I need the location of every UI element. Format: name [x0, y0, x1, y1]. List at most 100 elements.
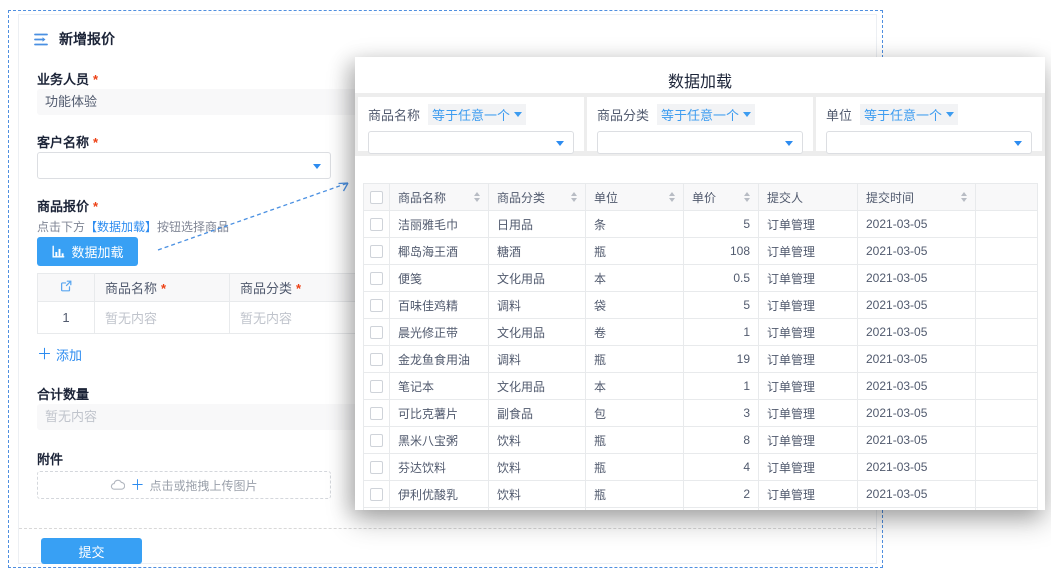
table-cell: 2021-03-05 — [858, 400, 976, 427]
table-cell: 卷 — [586, 319, 684, 346]
column-header[interactable]: 商品名称 — [390, 184, 489, 211]
table-cell: 2021-03-05 — [858, 319, 976, 346]
table-cell: 笔记本 — [390, 373, 489, 400]
sort-icon[interactable] — [961, 192, 967, 202]
table-row[interactable]: 可比克薯片副食品包3订单管理2021-03-05 — [364, 400, 1038, 427]
required-mark: * — [161, 281, 166, 296]
filter-card: 商品分类 等于任意一个 — [587, 97, 813, 151]
sort-icon[interactable] — [669, 192, 675, 202]
filter-label: 商品分类 — [597, 105, 649, 124]
row-checkbox[interactable] — [370, 488, 383, 501]
row-checkbox[interactable] — [370, 353, 383, 366]
table-row[interactable]: 晨光修正带文化用品卷1订单管理2021-03-05 — [364, 319, 1038, 346]
table-cell-empty — [976, 481, 1038, 508]
sort-icon[interactable] — [744, 192, 750, 202]
table-cell: 2021-03-05 — [858, 292, 976, 319]
table-row[interactable]: 笔记本文化用品本1订单管理2021-03-05 — [364, 373, 1038, 400]
table-cell: 2021-03-05 — [858, 211, 976, 238]
sort-icon[interactable] — [571, 192, 577, 202]
upload-dropzone[interactable]: ＋ 点击或拖拽上传图片 — [37, 471, 331, 499]
table-row[interactable]: 便笺文化用品本0.5订单管理2021-03-05 — [364, 265, 1038, 292]
cloud-upload-icon — [110, 479, 125, 491]
row-checkbox[interactable] — [370, 407, 383, 420]
table-cell-empty — [976, 211, 1038, 238]
filter-operator-dropdown[interactable]: 等于任意一个 — [657, 104, 755, 125]
table-cell: 订单管理 — [759, 400, 858, 427]
quote-name-cell: 暂无内容 — [95, 302, 230, 334]
table-cell-empty — [976, 373, 1038, 400]
table-cell: 饮料 — [489, 481, 586, 508]
row-checkbox[interactable] — [370, 326, 383, 339]
table-cell: 8 — [684, 427, 759, 454]
table-cell: 瓶 — [586, 346, 684, 373]
row-checkbox[interactable] — [370, 245, 383, 258]
filter-value-select[interactable] — [826, 131, 1032, 154]
modal-table: 商品名称商品分类单位单价提交人提交时间 洁丽雅毛巾日用品条5订单管理2021-0… — [363, 183, 1038, 510]
add-row-button[interactable]: ＋ 添加 — [37, 345, 82, 364]
table-row[interactable]: 芬达饮料饮料瓶4订单管理2021-03-05 — [364, 454, 1038, 481]
column-header — [976, 184, 1038, 211]
chevron-down-icon — [785, 141, 793, 146]
table-cell: 洁丽雅毛巾 — [390, 211, 489, 238]
table-cell: 文化用品 — [489, 373, 586, 400]
filter-value-select[interactable] — [597, 131, 803, 154]
filter-label: 商品名称 — [368, 105, 420, 124]
table-cell: 3 — [684, 400, 759, 427]
row-checkbox[interactable] — [370, 461, 383, 474]
pointer-arrow — [150, 172, 362, 260]
column-header[interactable]: 单位 — [586, 184, 684, 211]
table-cell: 108 — [684, 238, 759, 265]
table-cell: 2021-03-05 — [858, 427, 976, 454]
bar-chart-icon — [51, 245, 65, 259]
filter-card: 单位 等于任意一个 — [816, 97, 1042, 151]
modal-table-head-row: 商品名称商品分类单位单价提交人提交时间 — [364, 184, 1038, 211]
chevron-down-icon — [313, 164, 321, 169]
table-cell: 百味佳鸡精 — [390, 292, 489, 319]
row-checkbox[interactable] — [370, 434, 383, 447]
data-load-button[interactable]: 数据加载 — [37, 237, 138, 266]
filter-value-select[interactable] — [368, 131, 574, 154]
filter-operator-dropdown[interactable]: 等于任意一个 — [860, 104, 958, 125]
table-cell: 订单管理 — [759, 265, 858, 292]
external-link-icon — [59, 279, 73, 293]
attachment-label: 附件 — [37, 449, 63, 468]
table-cell: 调料 — [489, 346, 586, 373]
table-cell: 调料 — [489, 292, 586, 319]
table-cell: 便笺 — [390, 265, 489, 292]
row-checkbox[interactable] — [370, 380, 383, 393]
column-header[interactable]: 提交时间 — [858, 184, 976, 211]
select-all-checkbox[interactable] — [370, 191, 383, 204]
column-header[interactable]: 单价 — [684, 184, 759, 211]
table-row[interactable]: 伊利优酸乳饮料瓶2订单管理2021-03-05 — [364, 481, 1038, 508]
total-label: 合计数量 — [37, 384, 89, 403]
table-cell: 2021-03-05 — [858, 454, 976, 481]
table-cell: 袋 — [586, 292, 684, 319]
table-row[interactable]: 洁丽雅毛巾日用品条5订单管理2021-03-05 — [364, 211, 1038, 238]
sort-icon[interactable] — [474, 192, 480, 202]
column-header[interactable]: 商品分类 — [489, 184, 586, 211]
table-row[interactable]: 百味佳鸡精调料袋5订单管理2021-03-05 — [364, 292, 1038, 319]
table-cell: 0.5 — [684, 265, 759, 292]
quote-label: 商品报价* — [37, 196, 98, 215]
plus-icon: ＋ — [37, 347, 52, 362]
table-cell: 订单管理 — [759, 238, 858, 265]
row-checkbox[interactable] — [370, 218, 383, 231]
table-row[interactable]: 金龙鱼食用油调料瓶19订单管理2021-03-05 — [364, 346, 1038, 373]
table-cell-empty — [976, 346, 1038, 373]
table-cell: 饮料 — [489, 427, 586, 454]
table-cell-empty — [976, 400, 1038, 427]
select-all-header — [364, 184, 390, 211]
table-row[interactable]: 椰岛海王酒糖酒瓶108订单管理2021-03-05 — [364, 238, 1038, 265]
plus-icon: ＋ — [130, 475, 144, 495]
table-row[interactable]: 黑米八宝粥饮料瓶8订单管理2021-03-05 — [364, 427, 1038, 454]
table-cell-empty — [976, 265, 1038, 292]
table-cell: 订单管理 — [759, 319, 858, 346]
row-checkbox[interactable] — [370, 272, 383, 285]
row-checkbox[interactable] — [370, 299, 383, 312]
filter-operator-dropdown[interactable]: 等于任意一个 — [428, 104, 526, 125]
table-cell: 日用品 — [489, 211, 586, 238]
table-cell: 瓶 — [586, 238, 684, 265]
expand-table-button[interactable] — [38, 274, 95, 302]
submit-button[interactable]: 提交 — [41, 538, 142, 564]
table-cell: 订单管理 — [759, 427, 858, 454]
